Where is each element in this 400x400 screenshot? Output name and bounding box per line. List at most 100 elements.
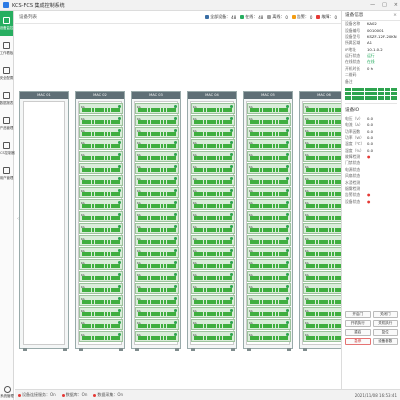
action-button-2[interactable]: 开机执行 xyxy=(345,320,371,327)
tab-device-list[interactable]: 设备列表 xyxy=(19,14,43,20)
rack-device[interactable]: KA xyxy=(79,319,123,330)
rack-device[interactable]: KA xyxy=(191,103,235,114)
rack-device[interactable]: KA xyxy=(191,223,235,234)
rack-device[interactable]: KA xyxy=(247,319,291,330)
rack-device[interactable]: KA xyxy=(247,331,291,342)
sidebar-item-3[interactable]: 数据报表 xyxy=(0,86,13,111)
action-button-4[interactable]: 重启 xyxy=(345,329,371,336)
rack[interactable]: MAC 05 KA KA KA KA KA KA KA KA KA KA KA KA KA KA KA KA KA… xyxy=(243,91,293,351)
rack-device[interactable]: KA xyxy=(79,187,123,198)
rack-device[interactable]: KA xyxy=(247,211,291,222)
rack-device[interactable]: KA xyxy=(135,151,179,162)
rack[interactable]: MAC 04 KA KA KA KA KA KA KA KA KA KA KA KA KA KA KA KA KA… xyxy=(187,91,237,351)
rack-device[interactable]: KA xyxy=(247,259,291,270)
rack-device[interactable]: KA xyxy=(247,283,291,294)
sidebar-item-4[interactable]: 产品管理 xyxy=(0,111,13,136)
rack[interactable]: MAC 02 KA KA KA KA KA KA KA KA KA KA KA KA KA KA KA KA KA… xyxy=(75,91,125,351)
rack-device[interactable]: KA xyxy=(247,163,291,174)
rack-device[interactable]: KA xyxy=(247,271,291,282)
action-button-5[interactable]: 复位 xyxy=(372,329,398,336)
rack-device[interactable]: KA xyxy=(79,175,123,186)
rack-device[interactable]: KA xyxy=(191,247,235,258)
rack-device[interactable]: KA xyxy=(247,103,291,114)
sidebar-item-0[interactable]: 设备监控 xyxy=(0,11,13,36)
action-button-7[interactable]: 设备参数 xyxy=(372,338,398,345)
action-button-3[interactable]: 关机执行 xyxy=(372,320,398,327)
action-button-0[interactable]: 开启门 xyxy=(345,311,371,318)
rack-device[interactable]: KA xyxy=(191,331,235,342)
rack-device[interactable]: KA xyxy=(135,175,179,186)
rack-device[interactable]: KA xyxy=(79,139,123,150)
rack-device[interactable]: KA xyxy=(135,199,179,210)
rack-device[interactable]: KA xyxy=(247,199,291,210)
rack-device[interactable]: KA xyxy=(247,247,291,258)
rack-device[interactable]: KA xyxy=(135,271,179,282)
rack-device[interactable]: KA xyxy=(79,199,123,210)
rack-device[interactable]: KA xyxy=(79,115,123,126)
rack-device[interactable]: KA xyxy=(191,319,235,330)
rack-device[interactable]: KA xyxy=(191,115,235,126)
rack-device[interactable]: KA xyxy=(135,211,179,222)
rack-device[interactable]: KA xyxy=(79,283,123,294)
sidebar-item-5[interactable]: FCS控制器 xyxy=(0,136,15,161)
rack-device[interactable]: KA xyxy=(135,247,179,258)
rack-device[interactable]: KA xyxy=(135,319,179,330)
rack-device[interactable]: KA xyxy=(191,199,235,210)
rack-device[interactable]: KA xyxy=(135,127,179,138)
rack-device[interactable]: KA xyxy=(79,211,123,222)
rack-device[interactable]: KA xyxy=(135,283,179,294)
rack-device[interactable]: KA xyxy=(79,223,123,234)
rack-device[interactable]: KA xyxy=(247,235,291,246)
rack-device[interactable]: KA xyxy=(247,295,291,306)
rack-device[interactable]: KA xyxy=(79,307,123,318)
rack-device[interactable]: KA xyxy=(191,175,235,186)
rack-device[interactable]: KA xyxy=(79,271,123,282)
sidebar-item-1[interactable]: 工作看板 xyxy=(0,36,13,61)
rack-device[interactable]: KA xyxy=(247,223,291,234)
rack-device[interactable]: KA xyxy=(135,235,179,246)
rack-device[interactable]: KA xyxy=(191,307,235,318)
rack-device[interactable]: KA xyxy=(191,187,235,198)
action-button-6[interactable]: 急停 xyxy=(345,338,371,345)
rack-device[interactable]: KA xyxy=(191,235,235,246)
maximize-button[interactable]: □ xyxy=(382,2,387,8)
rack-device[interactable]: KA xyxy=(135,139,179,150)
sidebar-item-6[interactable]: 用户管理 xyxy=(0,161,13,186)
rack-device[interactable]: KA xyxy=(247,151,291,162)
rack-device[interactable]: KA xyxy=(79,259,123,270)
rack-device[interactable]: KA xyxy=(247,139,291,150)
rack-device[interactable]: KA xyxy=(79,331,123,342)
rack-device[interactable]: KA xyxy=(191,127,235,138)
rack-device[interactable]: KA xyxy=(135,223,179,234)
rack-device[interactable]: KA xyxy=(247,127,291,138)
rack-device[interactable]: KA xyxy=(79,103,123,114)
rack-device[interactable]: KA xyxy=(247,115,291,126)
minimize-button[interactable]: — xyxy=(370,2,375,8)
rack-device[interactable]: KA xyxy=(135,295,179,306)
rack-device[interactable]: KA xyxy=(135,187,179,198)
rack-device[interactable]: KA xyxy=(191,259,235,270)
rack-device[interactable]: KA xyxy=(79,235,123,246)
rack-device[interactable]: KA xyxy=(135,103,179,114)
rack-device[interactable]: KA xyxy=(135,115,179,126)
action-button-1[interactable]: 关闭门 xyxy=(372,311,398,318)
rack[interactable]: MAC 03 KA KA KA KA KA KA KA KA KA KA KA KA KA KA KA KA KA… xyxy=(131,91,181,351)
rack-device[interactable]: KA xyxy=(247,187,291,198)
rack-device[interactable]: KA xyxy=(135,307,179,318)
rack[interactable]: MAC 01 xyxy=(19,91,69,351)
sidebar-system-manage[interactable]: 系统管理 xyxy=(0,386,14,398)
rack-device[interactable]: KA xyxy=(247,175,291,186)
rack-device[interactable]: KA xyxy=(191,163,235,174)
rack-device[interactable]: KA xyxy=(191,271,235,282)
sidebar-item-2[interactable]: 安全配置 xyxy=(0,61,13,86)
rack-device[interactable]: KA xyxy=(191,295,235,306)
panel-close-icon[interactable]: × xyxy=(393,11,400,20)
rack-device[interactable]: KA xyxy=(191,283,235,294)
rack-device[interactable]: KA xyxy=(79,127,123,138)
rack-device[interactable]: KA xyxy=(135,331,179,342)
rack-device[interactable]: KA xyxy=(79,163,123,174)
close-window-button[interactable]: × xyxy=(394,2,398,8)
rack-device[interactable]: KA xyxy=(191,211,235,222)
rack-device[interactable]: KA xyxy=(191,139,235,150)
rack-device[interactable]: KA xyxy=(79,247,123,258)
